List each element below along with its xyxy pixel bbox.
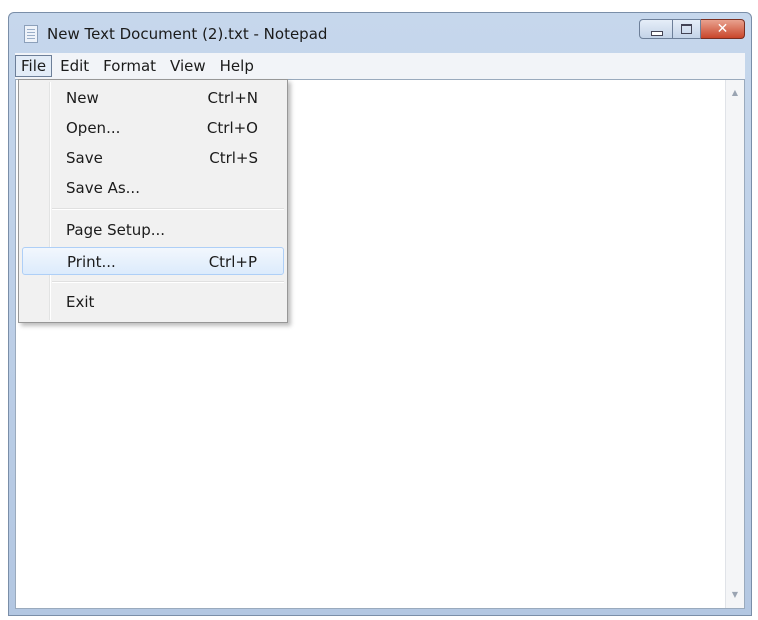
menu-item-new[interactable]: New Ctrl+N <box>22 84 284 112</box>
scroll-up-arrow-icon[interactable]: ▲ <box>726 84 744 102</box>
file-menu-dropdown: New Ctrl+N Open... Ctrl+O Save Ctrl+S Sa… <box>18 79 288 323</box>
menu-item-shortcut: Ctrl+P <box>208 253 257 271</box>
menu-item-exit[interactable]: Exit <box>22 288 284 316</box>
menu-item-label: Save As... <box>66 179 140 197</box>
window-title: New Text Document (2).txt - Notepad <box>47 25 328 43</box>
maximize-button[interactable] <box>673 19 701 39</box>
menu-format[interactable]: Format <box>97 55 162 77</box>
menu-separator <box>52 281 284 283</box>
menu-separator <box>52 208 284 210</box>
menu-bar: File Edit Format View Help <box>15 53 745 79</box>
vertical-scrollbar[interactable]: ▲ ▼ <box>725 80 744 608</box>
menu-view[interactable]: View <box>164 55 212 77</box>
menu-item-shortcut: Ctrl+S <box>209 149 258 167</box>
menu-item-label: Save <box>66 149 103 167</box>
menu-item-print[interactable]: Print... Ctrl+P <box>22 247 284 275</box>
notepad-icon[interactable] <box>24 25 38 43</box>
menu-item-label: Print... <box>67 253 116 271</box>
menu-item-save-as[interactable]: Save As... <box>22 174 284 202</box>
menu-item-shortcut: Ctrl+N <box>207 89 258 107</box>
menu-item-page-setup[interactable]: Page Setup... <box>22 216 284 244</box>
close-button[interactable]: ✕ <box>701 19 745 39</box>
title-bar[interactable]: New Text Document (2).txt - Notepad ✕ <box>9 13 751 53</box>
menu-item-open[interactable]: Open... Ctrl+O <box>22 114 284 142</box>
menu-item-label: New <box>66 89 99 107</box>
window-controls: ✕ <box>639 19 745 41</box>
menu-file[interactable]: File <box>15 55 53 77</box>
menu-item-shortcut: Ctrl+O <box>206 119 258 137</box>
close-icon: ✕ <box>716 21 729 37</box>
menu-item-label: Exit <box>66 293 95 311</box>
minimize-button[interactable] <box>639 19 673 39</box>
menu-edit[interactable]: Edit <box>54 55 95 77</box>
maximize-icon <box>681 24 692 34</box>
scroll-down-arrow-icon[interactable]: ▼ <box>726 586 744 604</box>
menu-item-label: Page Setup... <box>66 221 166 239</box>
menu-item-save[interactable]: Save Ctrl+S <box>22 144 284 172</box>
menu-help[interactable]: Help <box>214 55 260 77</box>
minimize-icon <box>651 31 663 36</box>
menu-item-label: Open... <box>66 119 121 137</box>
